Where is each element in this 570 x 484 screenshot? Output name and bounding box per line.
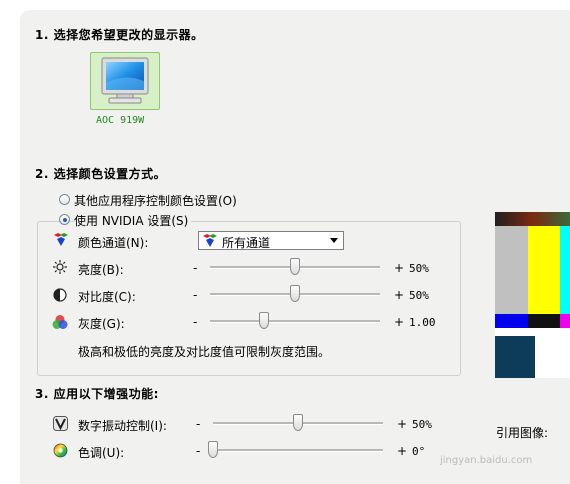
brightness-label: 亮度(B): <box>78 263 124 277</box>
gamma-icon <box>52 315 68 329</box>
reference-image-label: 引用图像: <box>496 426 549 440</box>
section3-heading: 3. 应用以下增强功能: <box>35 387 159 401</box>
color-channel-value: 所有通道 <box>222 236 271 250</box>
contrast-plus: + <box>394 288 405 302</box>
gamma-plus: + <box>394 315 405 329</box>
brightness-value: 50% <box>409 262 429 275</box>
brightness-icon <box>53 260 67 274</box>
contrast-minus: - <box>193 288 198 302</box>
reference-color-bars <box>495 212 570 378</box>
section1-heading: 1. 选择您希望更改的显示器。 <box>35 28 204 42</box>
color-channel-icon <box>54 233 68 246</box>
vibrance-minus: - <box>196 417 201 431</box>
vibrance-value: 50% <box>412 418 432 431</box>
chevron-down-icon <box>330 238 338 243</box>
section2-heading: 2. 选择颜色设置方式。 <box>35 167 167 181</box>
hue-value: 0° <box>412 445 426 458</box>
color-channel-label: 颜色通道(N): <box>78 236 149 250</box>
vibrance-icon <box>53 416 68 431</box>
gamma-slider-track[interactable] <box>210 320 380 323</box>
color-channel-dropdown[interactable]: 所有通道 <box>198 231 344 250</box>
monitor-tile[interactable] <box>90 52 160 110</box>
color-channel-icon <box>203 234 217 247</box>
contrast-value: 50% <box>409 289 429 302</box>
brightness-plus: + <box>394 261 405 275</box>
brightness-slider-thumb[interactable] <box>290 258 300 275</box>
monitor-label: AOC 919W <box>96 115 145 126</box>
radio-nvidia[interactable] <box>59 214 70 225</box>
gamma-value: 1.00 <box>409 316 436 329</box>
contrast-label: 对比度(C): <box>78 290 136 304</box>
gamma-label: 灰度(G): <box>78 317 125 331</box>
watermark: jingyan.baidu.com <box>440 455 533 466</box>
radio-other-app[interactable] <box>59 194 70 205</box>
hue-minus: - <box>196 444 201 458</box>
radio-other-app-label: 其他应用程序控制颜色设置(O) <box>74 194 237 208</box>
contrast-slider-thumb[interactable] <box>290 285 300 302</box>
hue-plus: + <box>397 444 408 458</box>
vibrance-slider-thumb[interactable] <box>293 414 303 431</box>
gamma-minus: - <box>193 315 198 329</box>
hue-slider-thumb[interactable] <box>208 441 218 458</box>
hue-slider-track[interactable] <box>213 449 383 452</box>
contrast-icon <box>53 288 67 302</box>
vibrance-label: 数字振动控制(I): <box>78 419 167 433</box>
vibrance-plus: + <box>397 417 408 431</box>
hue-icon <box>53 443 68 458</box>
hue-label: 色调(U): <box>78 446 125 460</box>
range-note: 极高和极低的亮度及对比度值可限制灰度范围。 <box>78 345 331 359</box>
monitor-icon <box>101 57 149 104</box>
radio-nvidia-label: 使用 NVIDIA 设置(S) <box>74 212 192 229</box>
brightness-minus: - <box>193 261 198 275</box>
